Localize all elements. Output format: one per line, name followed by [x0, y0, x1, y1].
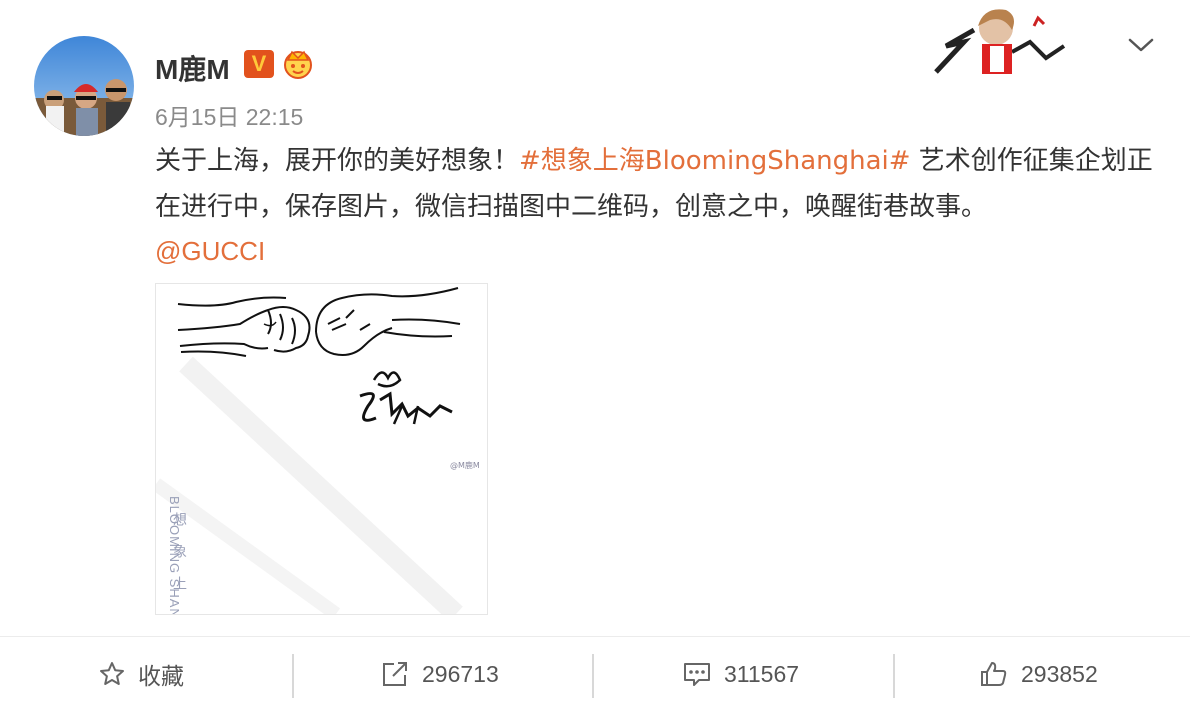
avatar[interactable]: [34, 36, 134, 136]
post-timestamp[interactable]: 6月15日 22:15: [155, 98, 303, 132]
comment-icon: [684, 663, 710, 686]
comment-count: 311567: [724, 660, 800, 687]
favorite-label: 收藏: [138, 663, 184, 689]
thumbs-up-icon: [981, 662, 1007, 686]
action-separator: [592, 654, 594, 698]
repost-count: 296713: [422, 660, 499, 687]
favorite-button[interactable]: 收藏: [98, 652, 184, 696]
star-icon: [100, 662, 124, 685]
action-bar-divider: [0, 636, 1190, 637]
chevron-down-icon[interactable]: [1126, 32, 1156, 58]
like-button[interactable]: 293852: [979, 652, 1098, 696]
repost-button[interactable]: 296713: [380, 652, 499, 696]
action-separator: [292, 654, 294, 698]
post-text: 关于上海，展开你的美好想象！#想象上海BloomingShanghai# 艺术创…: [155, 138, 1165, 230]
card-decoration-image: [934, 2, 1072, 78]
post-text-intro: 关于上海，展开你的美好想象！: [155, 146, 520, 176]
verified-badge-icon: V: [244, 50, 274, 78]
post-image[interactable]: @M鹿M 想象上 BLOOMING SHAN: [155, 283, 488, 615]
mention-link[interactable]: @GUCCI: [155, 236, 265, 266]
author-name[interactable]: M鹿M: [155, 48, 230, 88]
topic-link[interactable]: #想象上海BloomingShanghai#: [519, 146, 911, 176]
image-vertical-en: BLOOMING SHAN: [167, 496, 182, 614]
action-separator: [893, 654, 895, 698]
like-count: 293852: [1021, 660, 1098, 687]
crown-icon: [281, 46, 315, 80]
repost-icon: [383, 662, 407, 686]
image-watermark: @M鹿M: [450, 460, 480, 470]
comment-button[interactable]: 311567: [682, 652, 799, 696]
